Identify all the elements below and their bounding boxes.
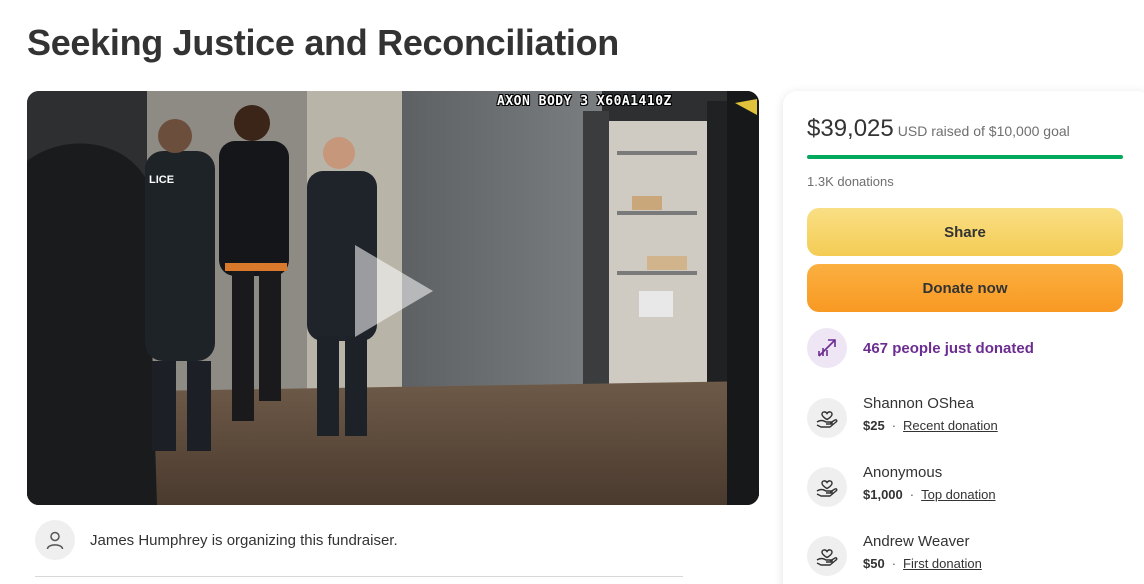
donor-amount: $1,000 bbox=[863, 487, 903, 502]
user-icon[interactable] bbox=[35, 520, 75, 560]
donate-now-button[interactable]: Donate now bbox=[807, 264, 1123, 312]
donor-name: Anonymous bbox=[863, 464, 943, 481]
play-icon bbox=[355, 245, 433, 337]
separator-dot: · bbox=[891, 418, 897, 433]
donation-card: $39,025 USD raised of $10,000 goal 1.3K d… bbox=[783, 91, 1144, 584]
play-button[interactable] bbox=[351, 241, 437, 341]
donation-count: 1.3K donations bbox=[807, 174, 894, 189]
recent-activity: 467 people just donated bbox=[807, 328, 1034, 368]
amount-raised: $39,025 bbox=[807, 115, 894, 142]
donor-amount: $25 bbox=[863, 418, 885, 433]
organizer-text: James Humphrey is organizing this fundra… bbox=[90, 531, 398, 549]
divider bbox=[35, 576, 683, 577]
donation-icon bbox=[807, 536, 847, 576]
donor-row: Shannon OShea $25 · Recent donation bbox=[807, 394, 998, 438]
amount-raised-row: $39,025 USD raised of $10,000 goal bbox=[807, 115, 1070, 143]
separator-dot: · bbox=[909, 487, 915, 502]
donation-icon bbox=[807, 467, 847, 507]
donor-meta: $1,000 · Top donation bbox=[863, 485, 996, 505]
goal-text: USD raised of $10,000 goal bbox=[897, 123, 1070, 139]
donor-info: Andrew Weaver $50 · First donation bbox=[863, 532, 982, 574]
share-button[interactable]: Share bbox=[807, 208, 1123, 256]
donation-tag-link[interactable]: Recent donation bbox=[903, 418, 998, 433]
organizer-row: James Humphrey is organizing this fundra… bbox=[35, 520, 398, 560]
people-just-donated: 467 people just donated bbox=[863, 339, 1034, 357]
donor-row: Andrew Weaver $50 · First donation bbox=[807, 532, 982, 576]
separator-dot: · bbox=[891, 556, 897, 571]
donor-meta: $25 · Recent donation bbox=[863, 416, 998, 436]
progress-bar bbox=[807, 155, 1123, 159]
vest-label: LICE bbox=[149, 174, 174, 186]
fundraiser-video[interactable]: LICE AXON BODY 3 X60A1410Z bbox=[27, 91, 759, 505]
donor-meta: $50 · First donation bbox=[863, 554, 982, 574]
donor-name: Shannon OShea bbox=[863, 395, 974, 412]
donor-amount: $50 bbox=[863, 556, 885, 571]
donor-name: Andrew Weaver bbox=[863, 533, 970, 550]
donation-tag-link[interactable]: Top donation bbox=[921, 487, 995, 502]
donation-icon bbox=[807, 398, 847, 438]
trending-up-icon bbox=[807, 328, 847, 368]
donor-info: Anonymous $1,000 · Top donation bbox=[863, 463, 996, 505]
page-title: Seeking Justice and Reconciliation bbox=[27, 22, 619, 63]
donor-info: Shannon OShea $25 · Recent donation bbox=[863, 394, 998, 436]
donation-tag-link[interactable]: First donation bbox=[903, 556, 982, 571]
camera-overlay-text: AXON BODY 3 X60A1410Z bbox=[497, 94, 672, 109]
donor-row: Anonymous $1,000 · Top donation bbox=[807, 463, 996, 507]
progress-fill bbox=[807, 155, 1123, 159]
